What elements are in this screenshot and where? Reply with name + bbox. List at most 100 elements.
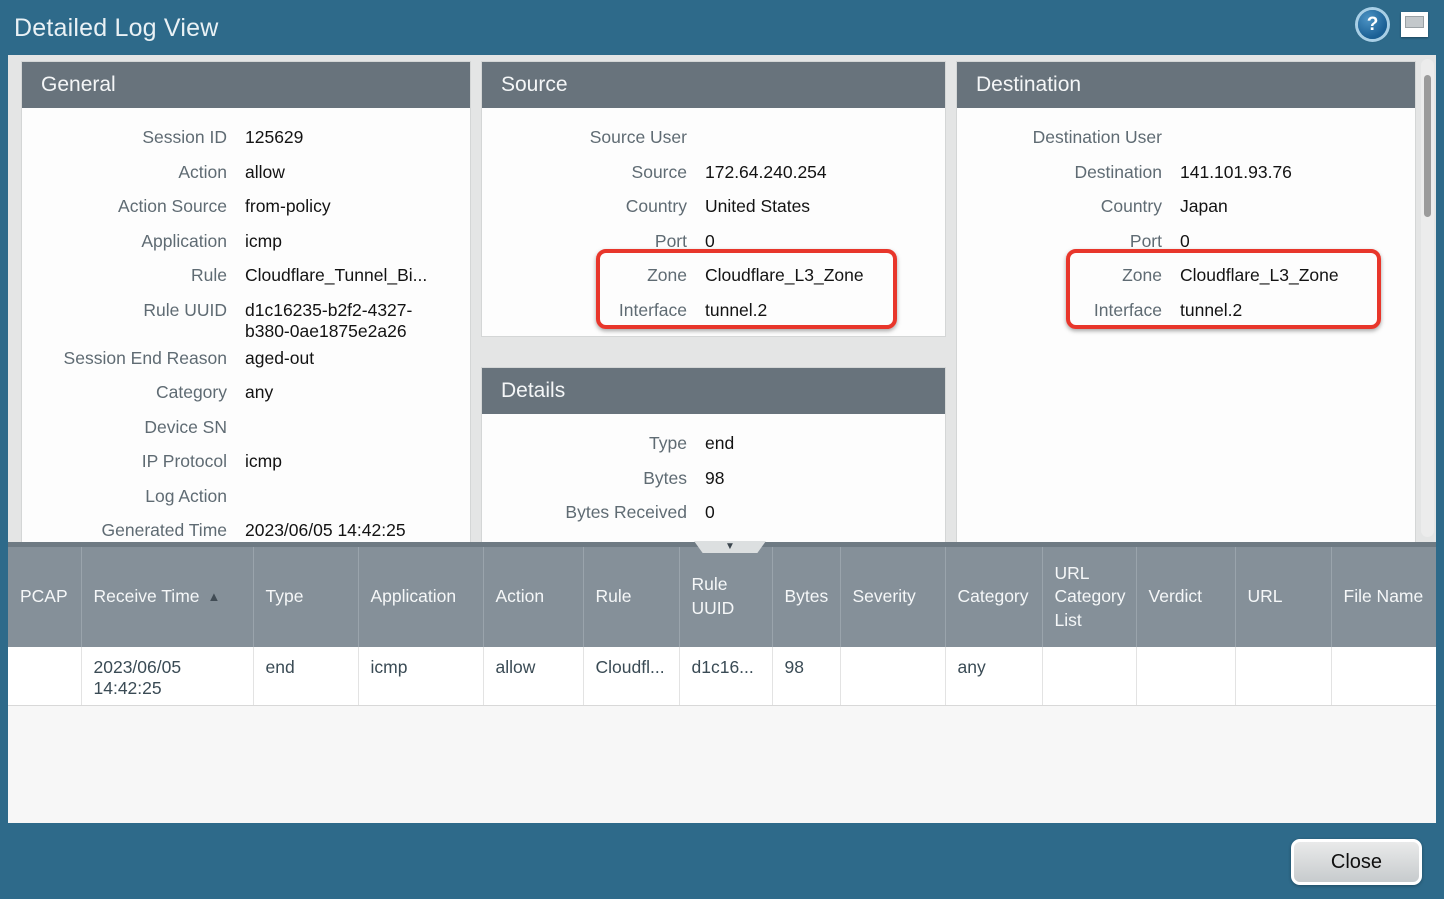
table-cell: 98 bbox=[772, 647, 840, 706]
table-cell bbox=[1235, 647, 1331, 706]
log-table-area: ▼ PCAPReceive Time▲TypeApplicationAction… bbox=[8, 542, 1436, 823]
field-value: 125629 bbox=[245, 127, 303, 148]
field-label: Rule UUID bbox=[22, 300, 227, 321]
field-value: United States bbox=[705, 196, 810, 217]
field-label: Log Action bbox=[22, 486, 227, 507]
column-header-rule-uuid[interactable]: Rule UUID bbox=[679, 547, 772, 647]
field-row: Device SN bbox=[22, 411, 470, 446]
field-label: Category bbox=[22, 382, 227, 403]
field-label: Session ID bbox=[22, 127, 227, 148]
field-value: Cloudflare_Tunnel_Bi... bbox=[245, 265, 427, 286]
source-panel-title: Source bbox=[501, 73, 568, 97]
table-cell: icmp bbox=[358, 647, 483, 706]
source-panel-header: Source bbox=[482, 62, 945, 108]
field-row: Destination141.101.93.76 bbox=[957, 156, 1415, 191]
field-row: Port0 bbox=[482, 225, 945, 260]
column-header-severity[interactable]: Severity bbox=[840, 547, 945, 647]
table-cell: end bbox=[253, 647, 358, 706]
column-header-file-name[interactable]: File Name bbox=[1331, 547, 1436, 647]
column-header-url-category-list[interactable]: URL Category List bbox=[1042, 547, 1136, 647]
chevron-down-icon: ▼ bbox=[725, 542, 735, 552]
field-value: aged-out bbox=[245, 348, 314, 369]
field-label: Destination User bbox=[957, 127, 1162, 148]
field-value: Japan bbox=[1180, 196, 1228, 217]
source-panel-rows: Source User Source172.64.240.254 Country Un… bbox=[482, 108, 945, 328]
details-panel-rows: TypeendBytes98Bytes Received0 bbox=[482, 414, 945, 531]
destination-panel-rows: Destination User Destination141.101.93.76… bbox=[957, 108, 1415, 328]
field-row: Zone Cloudflare_L3_Zone bbox=[482, 259, 945, 294]
field-value: 141.101.93.76 bbox=[1180, 162, 1292, 183]
general-panel-header: General bbox=[22, 62, 470, 108]
table-cell: 2023/06/05 14:42:25 bbox=[81, 647, 253, 706]
field-label: Rule bbox=[22, 265, 227, 286]
field-value: allow bbox=[245, 162, 285, 183]
window-restore-icon[interactable] bbox=[1401, 12, 1428, 37]
column-header-url[interactable]: URL bbox=[1235, 547, 1331, 647]
field-label: Generated Time bbox=[22, 520, 227, 541]
field-label: Port bbox=[957, 231, 1162, 252]
field-row: Category any bbox=[22, 376, 470, 411]
field-row: Log Action bbox=[22, 480, 470, 515]
field-label: Interface bbox=[957, 300, 1162, 321]
field-value: d1c16235-b2f2-4327-b380-0ae1875e2a26 bbox=[245, 300, 457, 342]
table-header-row: PCAPReceive Time▲TypeApplicationActionRu… bbox=[8, 547, 1436, 647]
dialog-titlebar: Detailed Log View ? bbox=[0, 0, 1444, 55]
close-button[interactable]: Close bbox=[1291, 839, 1422, 885]
column-header-type[interactable]: Type bbox=[253, 547, 358, 647]
field-label: Source User bbox=[482, 127, 687, 148]
vertical-scrollbar-thumb[interactable] bbox=[1424, 75, 1431, 217]
field-row: Action allow bbox=[22, 156, 470, 191]
field-value: tunnel.2 bbox=[705, 300, 767, 321]
field-label: IP Protocol bbox=[22, 451, 227, 472]
table-cell: allow bbox=[483, 647, 583, 706]
field-row: Source172.64.240.254 bbox=[482, 156, 945, 191]
help-icon[interactable]: ? bbox=[1358, 10, 1387, 39]
column-header-verdict[interactable]: Verdict bbox=[1136, 547, 1235, 647]
field-value: from-policy bbox=[245, 196, 331, 217]
collapse-panel-handle[interactable]: ▼ bbox=[694, 541, 766, 553]
destination-panel: Destination Destination UserDestination1… bbox=[957, 62, 1415, 542]
field-label: Zone bbox=[482, 265, 687, 286]
field-row: Country Japan bbox=[957, 190, 1415, 225]
column-header-application[interactable]: Application bbox=[358, 547, 483, 647]
log-table: PCAPReceive Time▲TypeApplicationActionRu… bbox=[8, 547, 1436, 706]
field-value: end bbox=[705, 433, 734, 454]
sort-ascending-icon: ▲ bbox=[208, 588, 221, 606]
field-value: Cloudflare_L3_Zone bbox=[705, 265, 864, 286]
field-label: Device SN bbox=[22, 417, 227, 438]
field-label: Zone bbox=[957, 265, 1162, 286]
dialog-title: Detailed Log View bbox=[14, 12, 218, 43]
field-label: Bytes Received bbox=[482, 502, 687, 523]
column-header-pcap[interactable]: PCAP bbox=[8, 547, 81, 647]
table-cell bbox=[1331, 647, 1436, 706]
log-detail-panels-area: General Session ID125629ActionallowActio… bbox=[8, 55, 1436, 542]
field-row: Session ID 125629 bbox=[22, 121, 470, 156]
column-header-bytes[interactable]: Bytes bbox=[772, 547, 840, 647]
vertical-scrollbar[interactable] bbox=[1421, 59, 1434, 537]
column-header-action[interactable]: Action bbox=[483, 547, 583, 647]
field-value: 2023/06/05 14:42:25 bbox=[245, 520, 406, 541]
field-label: Action bbox=[22, 162, 227, 183]
field-row: Session End Reasonaged-out bbox=[22, 342, 470, 377]
field-row: Port 0 bbox=[957, 225, 1415, 260]
details-panel-title: Details bbox=[501, 379, 565, 403]
field-label: Application bbox=[22, 231, 227, 252]
field-value: icmp bbox=[245, 451, 282, 472]
field-label: Interface bbox=[482, 300, 687, 321]
column-header-rule[interactable]: Rule bbox=[583, 547, 679, 647]
field-label: Country bbox=[482, 196, 687, 217]
field-value: 172.64.240.254 bbox=[705, 162, 827, 183]
field-value: any bbox=[245, 382, 273, 403]
field-label: Type bbox=[482, 433, 687, 454]
field-label: Action Source bbox=[22, 196, 227, 217]
field-value: 0 bbox=[1180, 231, 1190, 252]
table-row[interactable]: 2023/06/05 14:42:25endicmpallowCloudfl..… bbox=[8, 647, 1436, 706]
field-row: Destination User bbox=[957, 121, 1415, 156]
field-row: Typeend bbox=[482, 427, 945, 462]
column-header-receive-time[interactable]: Receive Time▲ bbox=[81, 547, 253, 647]
field-value: tunnel.2 bbox=[1180, 300, 1242, 321]
field-label: Country bbox=[957, 196, 1162, 217]
table-cell: any bbox=[945, 647, 1042, 706]
column-header-category[interactable]: Category bbox=[945, 547, 1042, 647]
field-row: Action Source from-policy bbox=[22, 190, 470, 225]
